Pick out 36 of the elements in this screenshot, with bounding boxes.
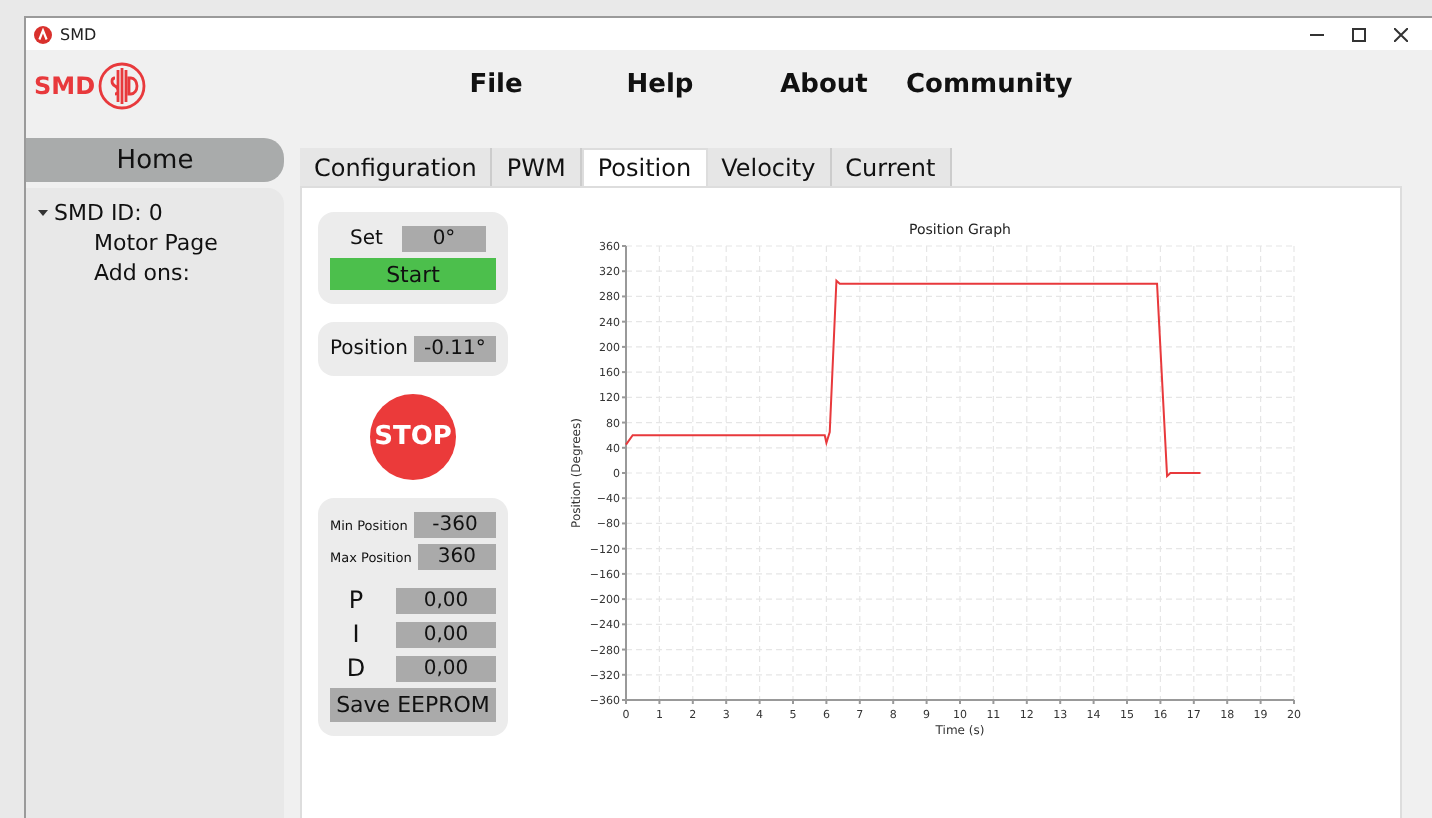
maximize-icon[interactable] xyxy=(1352,27,1366,41)
stop-button[interactable]: STOP xyxy=(370,394,456,480)
tree-item[interactable]: Add ons: xyxy=(94,260,272,286)
limit-field[interactable]: 360 xyxy=(417,544,496,570)
window-title: SMD xyxy=(60,25,99,43)
gain-label: I xyxy=(350,620,362,648)
tree-item[interactable]: Motor Page xyxy=(94,230,272,256)
tab[interactable]: Position xyxy=(581,148,708,186)
tab[interactable]: PWM xyxy=(492,148,582,186)
tab[interactable]: Current xyxy=(831,148,952,186)
limit-field[interactable]: -360 xyxy=(413,512,496,538)
menu-item[interactable]: Help xyxy=(578,68,742,104)
menu-item[interactable]: Community xyxy=(906,68,1073,104)
menu-item[interactable]: About xyxy=(742,68,906,104)
logo-icon xyxy=(97,62,146,110)
save-eeprom-button[interactable]: Save EEPROM xyxy=(330,688,496,722)
start-button[interactable]: Start xyxy=(330,258,496,290)
tab[interactable]: Configuration xyxy=(300,148,493,186)
app-icon xyxy=(34,25,52,43)
home-button[interactable]: Home xyxy=(26,138,284,182)
expand-caret-icon[interactable] xyxy=(38,209,48,217)
gain-field[interactable]: 0,00 xyxy=(396,621,496,647)
set-label: Set xyxy=(350,228,383,250)
menu-item[interactable]: File xyxy=(414,68,578,104)
logo-text: SMD xyxy=(34,72,96,100)
tab[interactable]: Velocity xyxy=(707,148,832,186)
setpoint-field[interactable]: 0° xyxy=(402,226,486,252)
close-icon[interactable] xyxy=(1394,27,1408,41)
gain-label: P xyxy=(346,586,366,614)
gain-field[interactable]: 0,00 xyxy=(396,655,496,681)
gain-field[interactable]: 0,00 xyxy=(396,587,496,613)
position-field: -0.11° xyxy=(413,336,496,362)
tree-item[interactable]: SMD ID: 0 xyxy=(54,200,163,226)
minimize-icon[interactable] xyxy=(1310,33,1324,35)
position-label: Position xyxy=(330,338,408,360)
gain-label: D xyxy=(344,654,368,682)
